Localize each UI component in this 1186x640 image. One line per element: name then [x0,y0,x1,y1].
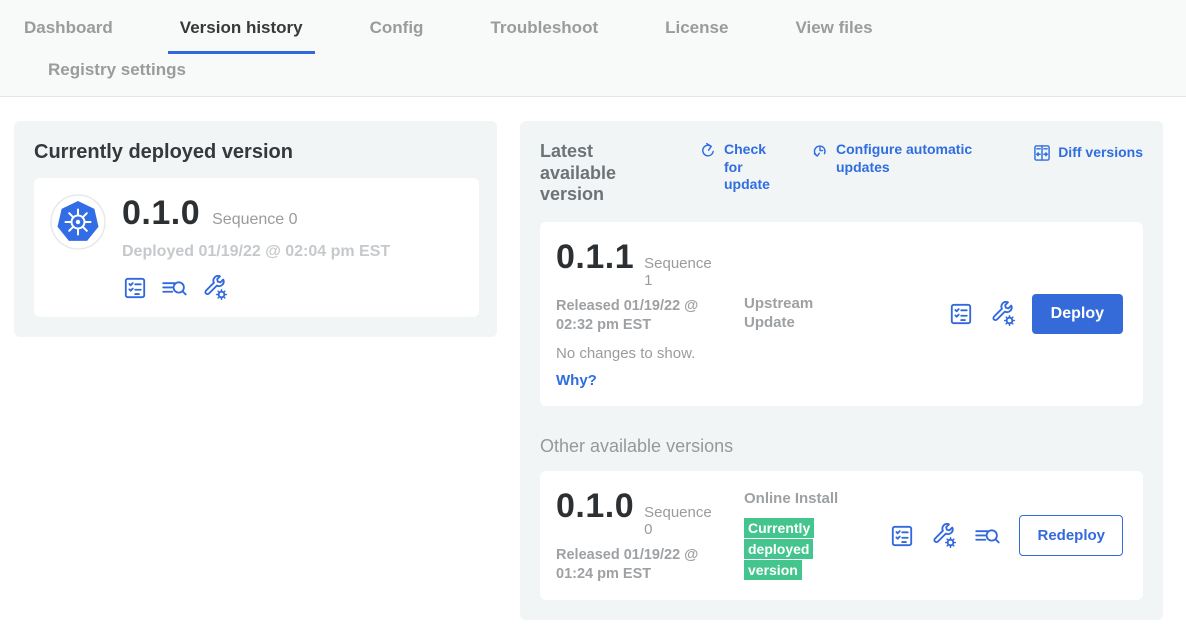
diff-columns-icon [1032,141,1052,165]
available-versions-panel: Latest available version Check for updat… [520,121,1163,620]
release-notes-icon[interactable] [973,523,1003,549]
currently-deployed-title: Currently deployed version [34,141,479,164]
other-versions-title: Other available versions [540,436,1143,457]
other-version-card: 0.1.0 Sequence 0 Released 01/19/22 @ 01:… [540,471,1143,600]
why-link[interactable]: Why? [556,372,597,389]
kubernetes-logo-icon [50,194,106,301]
tab-view-files[interactable]: View files [783,16,884,54]
latest-sequence-label: Sequence 1 [644,255,716,290]
latest-version-header: Latest available version Check for updat… [540,141,1143,206]
tab-troubleshoot[interactable]: Troubleshoot [478,16,610,54]
refresh-arrow-icon [698,141,718,161]
other-source-label: Online Install [744,490,842,509]
other-sequence-label: Sequence 0 [644,504,716,539]
deployed-version-card: 0.1.0 Sequence 0 Deployed 01/19/22 @ 02:… [34,178,479,317]
tab-version-history[interactable]: Version history [168,16,315,54]
diff-versions-link[interactable]: Diff versions [1032,141,1143,165]
main-content: Currently deployed version [0,97,1186,620]
latest-version-card: 0.1.1 Sequence 1 Released 01/19/22 @ 02:… [540,222,1143,406]
deployed-timestamp: Deployed 01/19/22 @ 02:04 pm EST [122,243,390,261]
latest-version-number: 0.1.1 [556,238,634,277]
currently-deployed-panel: Currently deployed version [14,121,497,337]
nav-row-secondary: Registry settings [0,54,1186,96]
latest-source-label: Upstream Update [744,295,842,333]
tab-config[interactable]: Config [358,16,436,54]
tab-registry-settings[interactable]: Registry settings [36,58,198,79]
other-version-actions: Redeploy [889,515,1123,556]
redeploy-button[interactable]: Redeploy [1019,515,1123,556]
other-released-timestamp: Released 01/19/22 @ 01:24 pm EST [556,546,726,584]
other-version-details: 0.1.0 Sequence 0 Released 01/19/22 @ 01:… [556,487,744,584]
config-wrench-gear-icon[interactable] [931,523,957,549]
release-notes-icon[interactable] [160,275,190,301]
preflight-checklist-icon[interactable] [948,301,974,327]
config-wrench-gear-icon[interactable] [202,275,228,301]
nav-row-primary: Dashboard Version history Config Trouble… [0,0,1186,54]
preflight-checklist-icon[interactable] [122,275,148,301]
deployed-sequence-label: Sequence 0 [212,211,297,229]
latest-changes-text: No changes to show. [556,345,744,362]
top-navigation: Dashboard Version history Config Trouble… [0,0,1186,97]
deployed-version-details: 0.1.0 Sequence 0 Deployed 01/19/22 @ 02:… [122,194,390,301]
tab-dashboard[interactable]: Dashboard [12,16,125,54]
other-version-middle: Online Install Currently deployed versio… [744,490,842,582]
config-wrench-gear-icon[interactable] [990,301,1016,327]
deploy-button[interactable]: Deploy [1032,294,1123,334]
check-for-update-link[interactable]: Check for update [698,141,784,194]
currently-deployed-badge: Currently deployed version [744,518,816,581]
latest-released-timestamp: Released 01/19/22 @ 02:32 pm EST [556,297,726,335]
preflight-checklist-icon[interactable] [889,523,915,549]
deployed-version-number: 0.1.0 [122,194,200,233]
latest-version-title: Latest available version [540,141,672,206]
configure-automatic-updates-link[interactable]: Configure automatic updates [810,141,976,176]
latest-version-details: 0.1.1 Sequence 1 Released 01/19/22 @ 02:… [556,238,744,390]
other-version-number: 0.1.0 [556,487,634,526]
latest-version-actions: Deploy [948,294,1123,334]
scheduled-update-icon [810,141,830,161]
tab-license[interactable]: License [653,16,740,54]
